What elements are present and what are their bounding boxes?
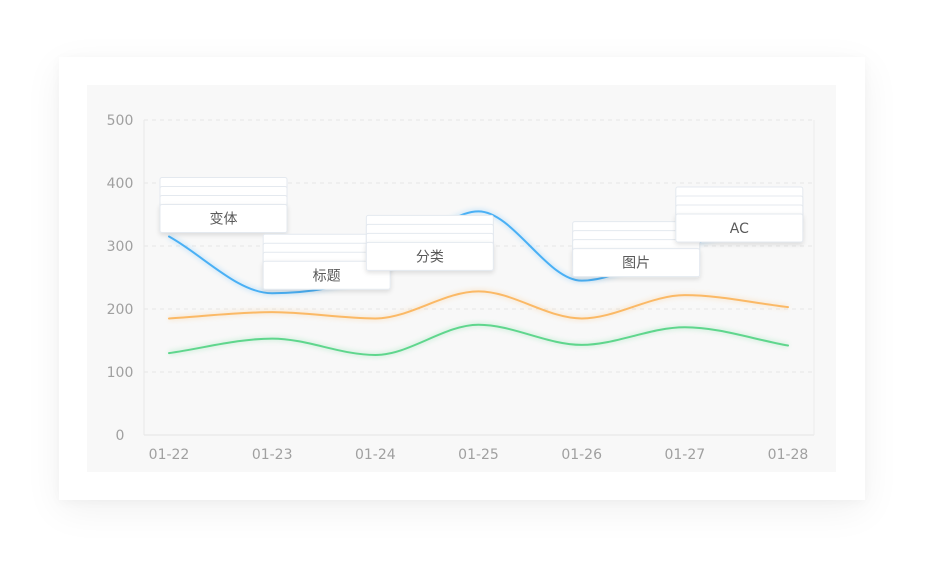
tooltip-label: 分类 bbox=[416, 249, 444, 265]
tooltip-label: AC bbox=[730, 221, 749, 237]
tooltip-label: 图片 bbox=[622, 256, 650, 272]
tooltip-card: AC bbox=[675, 186, 804, 243]
tooltip-label: 变体 bbox=[210, 212, 238, 228]
axes: 0 100 200 300 400 500 01-22 01-23 01-24 01-25 01-2… bbox=[107, 113, 815, 463]
x-tick-label: 01-22 bbox=[149, 447, 190, 463]
y-tick-label: 500 bbox=[107, 113, 134, 129]
tooltip-card: 分类 bbox=[365, 214, 494, 271]
y-tick-label: 300 bbox=[107, 239, 134, 255]
x-tick-label: 01-24 bbox=[355, 447, 396, 463]
tooltip-label: 标题 bbox=[313, 268, 341, 284]
y-tick-label: 0 bbox=[116, 428, 125, 444]
y-tick-label: 100 bbox=[107, 365, 134, 381]
x-tick-label: 01-23 bbox=[252, 447, 293, 463]
x-tick-label: 01-25 bbox=[458, 447, 499, 463]
y-tick-label: 200 bbox=[107, 302, 134, 318]
x-tick-label: 01-28 bbox=[768, 447, 809, 463]
x-tick-label: 01-27 bbox=[664, 447, 705, 463]
line-chart: 0 100 200 300 400 500 01-22 01-23 01-24 01-25 01-2… bbox=[107, 113, 815, 463]
tooltip-cards: 变体标题 分类 图片 AC bbox=[159, 177, 804, 290]
y-tick-label: 400 bbox=[107, 176, 134, 192]
x-tick-label: 01-26 bbox=[561, 447, 602, 463]
tooltip-card: 变体 bbox=[159, 177, 288, 234]
